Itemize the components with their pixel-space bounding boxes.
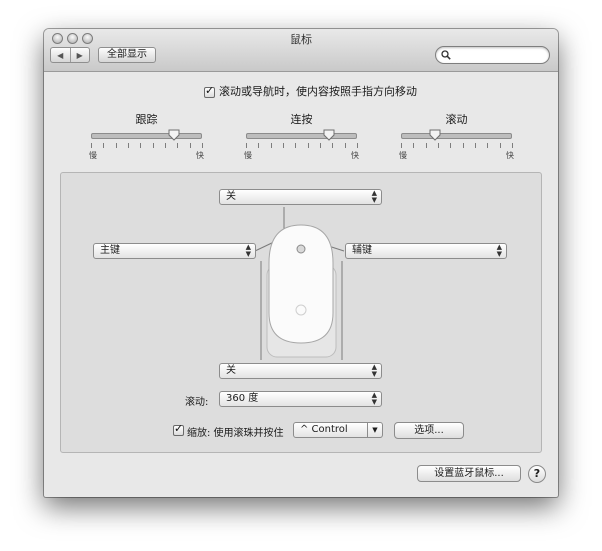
- slider-tick: [295, 143, 297, 148]
- slider-tick: [202, 143, 203, 148]
- zoom-modifier-value: ^ Control: [300, 424, 348, 435]
- zoom-checkbox[interactable]: ✓: [173, 422, 184, 436]
- slider-ticks: [91, 143, 203, 149]
- help-button[interactable]: ?: [528, 465, 546, 483]
- navigation-buttons: ◀ ▶: [50, 47, 90, 63]
- checkmark-icon: ✓: [174, 422, 184, 435]
- back-button[interactable]: ◀: [51, 48, 70, 62]
- slider-tick: [437, 143, 439, 148]
- slider-tick: [474, 143, 476, 148]
- slider-title: 连按: [290, 113, 313, 126]
- window-title: 鼠标: [290, 33, 312, 46]
- right-button-select[interactable]: 辅键 ▲ ▼: [345, 243, 507, 259]
- slider-tick: [152, 143, 154, 148]
- top-button-select[interactable]: 关 ▲ ▼: [219, 189, 382, 205]
- slider-tick: [332, 143, 334, 148]
- slider-tick: [258, 143, 260, 148]
- popup-arrows-icon: ▲ ▼: [371, 363, 377, 378]
- dropdown-arrow-icon: ▼: [367, 423, 382, 437]
- scrolling-speed-slider-group: 滚动 慢 快: [399, 111, 514, 161]
- scrolling-value: 360 度: [226, 393, 259, 404]
- scroll-direction-checkbox[interactable]: ✓: [204, 83, 215, 98]
- mouse-buttons-panel: 关 ▲ ▼ 主键 ▲ ▼ 辅键 ▲ ▼ 关 ▲ ▼ 滚动: 360 度 ▲ ▼ ✓ 缩放:…: [60, 172, 542, 453]
- bottom-button-value: 关: [226, 365, 236, 376]
- slider-min-label: 慢: [89, 151, 97, 160]
- slider-tick: [450, 143, 452, 148]
- slider-tick: [413, 143, 415, 148]
- forward-arrow-icon: ▶: [76, 50, 83, 60]
- slider-title: 滚动: [445, 113, 468, 126]
- slider-tick: [115, 143, 117, 148]
- tracking-speed-slider-group: 跟踪 慢 快: [89, 111, 204, 161]
- search-field[interactable]: [435, 46, 550, 64]
- slider-tick: [177, 143, 179, 148]
- slider-tick: [189, 143, 191, 148]
- slider-tick: [270, 143, 272, 148]
- search-icon: [441, 50, 451, 60]
- scrolling-label: 滚动:: [185, 397, 209, 408]
- slider-title: 跟踪: [135, 113, 158, 126]
- slider-min-label: 慢: [399, 151, 407, 160]
- slider-tick: [307, 143, 309, 148]
- mouse-illustration: [254, 207, 345, 360]
- slider-tick: [401, 143, 402, 148]
- slider-tick: [344, 143, 346, 148]
- zoom-modifier-select[interactable]: ^ Control ▼: [293, 422, 383, 438]
- slider-tick: [462, 143, 464, 148]
- top-button-value: 关: [226, 191, 236, 202]
- left-button-select[interactable]: 主键 ▲ ▼: [93, 243, 256, 259]
- tracking-slider-track[interactable]: [91, 129, 202, 141]
- slider-tick: [319, 143, 321, 148]
- slider-tick: [282, 143, 284, 148]
- left-button-value: 主键: [100, 245, 120, 256]
- slider-tick: [127, 143, 129, 148]
- checkmark-icon: ✓: [205, 83, 215, 97]
- title-bar: 鼠标 ◀ ▶ 全部显示: [44, 29, 558, 72]
- forward-button[interactable]: ▶: [69, 48, 90, 62]
- bottom-button-select[interactable]: 关 ▲ ▼: [219, 363, 382, 379]
- zoom-label: 缩放: 使用滚珠并按住: [187, 428, 284, 439]
- slider-tick: [140, 143, 142, 148]
- slider-tick: [246, 143, 247, 148]
- slider-tick: [357, 143, 358, 148]
- popup-arrows-icon: ▲ ▼: [371, 189, 377, 204]
- slider-max-label: 快: [351, 151, 359, 160]
- back-arrow-icon: ◀: [57, 50, 64, 60]
- show-all-button[interactable]: 全部显示: [98, 47, 156, 63]
- slider-tick: [487, 143, 489, 148]
- slider-max-label: 快: [506, 151, 514, 160]
- popup-arrows-icon: ▲ ▼: [245, 243, 251, 258]
- right-button-value: 辅键: [352, 245, 372, 256]
- popup-arrows-icon: ▲ ▼: [371, 391, 377, 406]
- slider-ticks: [401, 143, 513, 149]
- slider-tick: [499, 143, 501, 148]
- slider-tick: [164, 143, 166, 148]
- slider-tick: [512, 143, 513, 148]
- slider-tick: [103, 143, 105, 148]
- double-click-speed-slider-group: 连按 慢 快: [244, 111, 359, 161]
- slider-min-label: 慢: [244, 151, 252, 160]
- scrolling-slider-track[interactable]: [401, 129, 512, 141]
- zoom-options-button[interactable]: 选项...: [394, 422, 464, 439]
- scroll-direction-option: ✓ 滚动或导航时，使内容按照手指方向移动: [204, 83, 417, 99]
- slider-thumb[interactable]: [323, 129, 335, 141]
- preferences-window: 鼠标 ◀ ▶ 全部显示 ✓ 滚动或导航时，使内容按照手指方向移动 跟踪 慢 快 连…: [44, 29, 558, 497]
- setup-bluetooth-mouse-button[interactable]: 设置蓝牙鼠标...: [417, 465, 521, 482]
- scroll-direction-label: 滚动或导航时，使内容按照手指方向移动: [219, 85, 417, 98]
- slider-max-label: 快: [196, 151, 204, 160]
- popup-arrows-icon: ▲ ▼: [496, 243, 502, 258]
- scrolling-select[interactable]: 360 度 ▲ ▼: [219, 391, 382, 407]
- double-click-slider-track[interactable]: [246, 129, 357, 141]
- slider-thumb[interactable]: [168, 129, 180, 141]
- slider-tick: [425, 143, 427, 148]
- slider-tick: [91, 143, 92, 148]
- slider-ticks: [246, 143, 358, 149]
- slider-thumb[interactable]: [429, 129, 441, 141]
